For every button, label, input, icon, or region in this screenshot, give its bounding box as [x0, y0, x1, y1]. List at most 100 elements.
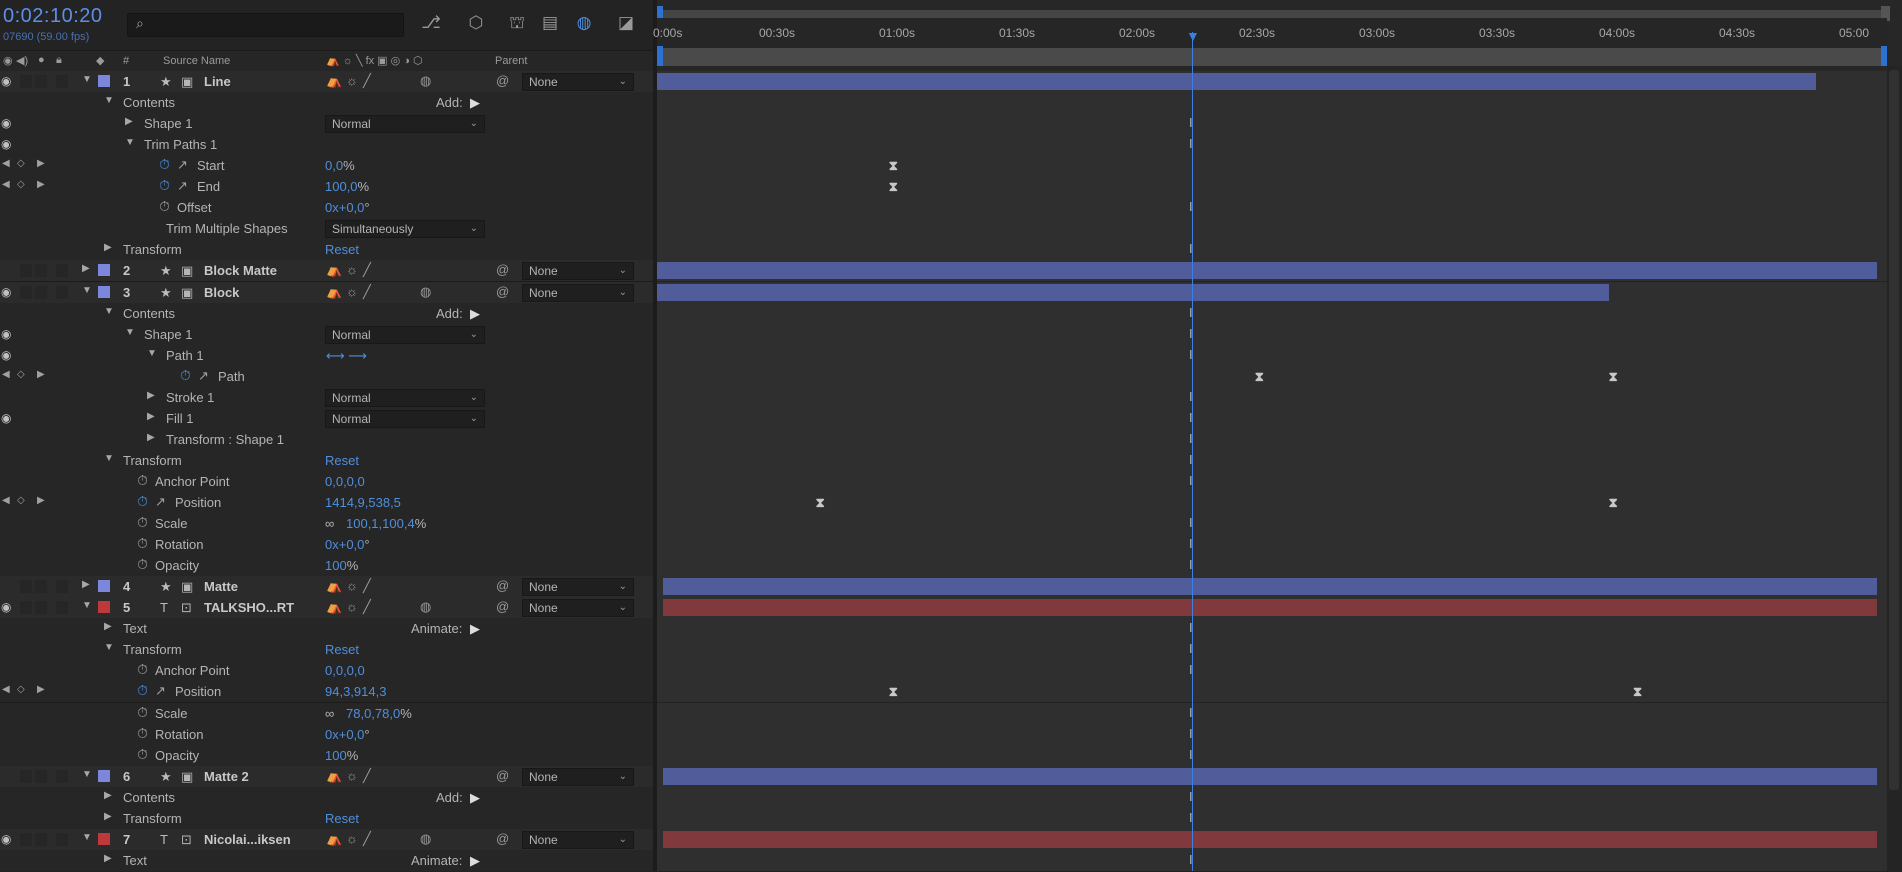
property-value[interactable]: 100,1,100,4% [346, 516, 426, 531]
layer-duration-bar[interactable] [657, 73, 1816, 90]
label-color-swatch[interactable] [98, 769, 110, 782]
eye-icon[interactable]: ◉ [1, 600, 11, 614]
quality-switch-icon[interactable]: ╱ [363, 73, 371, 89]
property-value[interactable]: 0,0,0,0 [325, 663, 365, 678]
quality-switch-icon[interactable]: ╱ [363, 768, 371, 784]
prev-keyframe-icon[interactable]: ◀ [2, 495, 10, 506]
collapse-triangle-icon[interactable]: ▼ [104, 95, 114, 106]
shy-switch-icon[interactable]: ⛺ [326, 578, 342, 594]
expand-triangle-icon[interactable]: ▶ [104, 242, 112, 253]
eye-icon[interactable]: ◉ [1, 327, 11, 341]
work-area-bar[interactable] [657, 48, 1887, 66]
property-value[interactable]: 100% [325, 558, 358, 573]
shy-switch-icon[interactable]: ⛺ [326, 73, 342, 89]
collapse-triangle-icon[interactable]: ▼ [82, 74, 92, 85]
graph-editor-toggle-icon[interactable]: ↗ [155, 683, 166, 699]
collapse-switch-icon[interactable]: ☼ [346, 578, 358, 593]
collapse-triangle-icon[interactable]: ▼ [104, 453, 114, 464]
eye-icon[interactable]: ◉ [1, 74, 11, 88]
solo-switch[interactable] [35, 264, 47, 278]
property-row[interactable]: ⏱ ↗ ◀ ◇ ▶ End 100,0% [0, 176, 657, 199]
layer-row[interactable]: ▼ 6 ★ ▣ Matte 2 ⛺ ☼ ╱ @ None ⌄ [0, 765, 657, 788]
parent-pickwhip-icon[interactable]: @ [496, 262, 509, 277]
collapse-triangle-icon[interactable]: ▼ [125, 327, 135, 338]
property-row[interactable]: ▼ Transform Reset [0, 639, 657, 662]
continuous-raster-icon[interactable]: ▣ [181, 769, 193, 785]
property-row[interactable]: ▶ Contents Add: ▶ [0, 786, 657, 809]
lock-switch[interactable] [56, 75, 68, 88]
property-value[interactable]: 78,0,78,0% [346, 706, 412, 721]
quality-switch-icon[interactable]: ╱ [363, 262, 371, 278]
property-row[interactable]: ▶ Transform : Shape 1 [0, 428, 657, 451]
motion-blur-switch-icon[interactable]: ◍ [420, 73, 431, 89]
property-row[interactable]: ⏱ Rotation 0x+0,0° [0, 723, 657, 746]
audio-switch[interactable] [20, 285, 32, 299]
property-row[interactable]: ⏱ Anchor Point 0,0,0,0 [0, 660, 657, 683]
lock-switch[interactable] [56, 832, 68, 846]
graph-editor-toggle-icon[interactable]: ↗ [177, 157, 188, 173]
solo-switch[interactable] [35, 769, 47, 783]
lock-switch[interactable] [56, 769, 68, 783]
quality-switch-icon[interactable]: ╱ [363, 578, 371, 594]
property-row[interactable]: Trim Multiple Shapes Simultaneously ⌄ [0, 218, 657, 241]
add-keyframe-icon[interactable]: ◇ [17, 158, 25, 169]
keyframe[interactable]: ⧗ [889, 684, 898, 700]
eye-icon[interactable]: ◉ [1, 137, 11, 151]
parent-pickwhip-icon[interactable]: @ [496, 73, 509, 88]
expand-triangle-icon[interactable]: ▶ [104, 853, 112, 864]
parent-dropdown[interactable]: None ⌄ [522, 599, 634, 618]
expand-triangle-icon[interactable]: ▶ [147, 432, 155, 443]
layer-duration-bar[interactable] [663, 599, 1877, 617]
eye-icon[interactable]: ◉ [1, 285, 11, 299]
blend-mode-dropdown[interactable]: Normal ⌄ [325, 388, 485, 407]
stopwatch-icon[interactable]: ⏱ [159, 156, 170, 173]
current-time-indicator-line[interactable] [1192, 32, 1193, 871]
stopwatch-icon[interactable]: ⏱ [159, 177, 170, 194]
comp-flowchart-icon[interactable]: ⎇ [420, 12, 442, 34]
parent-dropdown[interactable]: None ⌄ [522, 262, 634, 281]
collapse-switch-icon[interactable]: ☼ [346, 73, 358, 88]
stopwatch-icon[interactable]: ⏱ [137, 472, 148, 489]
eye-icon[interactable]: ◉ [1, 411, 11, 425]
eye-icon[interactable]: ◉ [1, 116, 11, 130]
blend-mode-dropdown[interactable]: Simultaneously ⌄ [325, 220, 485, 239]
property-value[interactable]: 0,0% [325, 158, 355, 173]
reset-link[interactable]: Reset [325, 242, 359, 257]
reset-link[interactable]: Reset [325, 642, 359, 657]
property-value[interactable]: 0x+0,0° [325, 200, 370, 215]
stopwatch-icon[interactable]: ⏱ [137, 746, 148, 763]
layer-name[interactable]: TALKSHO...RT [204, 600, 294, 615]
continuous-raster-icon[interactable]: ▣ [181, 579, 193, 595]
property-row[interactable]: ◉ ▶ Fill 1 Normal ⌄ [0, 407, 657, 430]
property-row[interactable]: ◉ ▶ Shape 1 Normal ⌄ [0, 113, 657, 136]
collapse-switch-icon[interactable]: ☼ [346, 768, 358, 783]
label-color-swatch[interactable] [98, 285, 110, 298]
layer-row[interactable]: ◉ ▼ 3 ★ ▣ Block ⛺ ☼ ╱ ◍ @ None ⌄ [0, 281, 657, 304]
collapse-triangle-icon[interactable]: ▼ [125, 137, 135, 148]
layer-name[interactable]: Line [204, 74, 231, 89]
add-keyframe-icon[interactable]: ◇ [17, 495, 25, 506]
collapse-triangle-icon[interactable]: ▼ [82, 285, 92, 296]
prev-keyframe-icon[interactable]: ◀ [2, 369, 10, 380]
layer-name[interactable]: Matte [204, 579, 238, 594]
parent-dropdown[interactable]: None ⌄ [522, 830, 634, 849]
audio-switch[interactable] [20, 264, 32, 278]
prev-keyframe-icon[interactable]: ◀ [2, 684, 10, 695]
add-menu-icon[interactable]: ▶ [470, 95, 480, 111]
parent-pickwhip-icon[interactable]: @ [496, 578, 509, 593]
reset-link[interactable]: Reset [325, 453, 359, 468]
layer-duration-bar[interactable] [657, 262, 1877, 280]
property-row[interactable]: ▼ Contents Add: ▶ [0, 92, 657, 115]
collapse-triangle-icon[interactable]: ▼ [104, 642, 114, 653]
audio-switch[interactable] [20, 832, 32, 846]
add-keyframe-icon[interactable]: ◇ [17, 179, 25, 190]
parent-dropdown[interactable]: None ⌄ [522, 283, 634, 302]
keyframe[interactable]: ⧗ [889, 179, 898, 195]
current-time-indicator-head[interactable]: ▼ [1186, 28, 1200, 44]
add-menu-icon[interactable]: ▶ [470, 306, 480, 322]
next-keyframe-icon[interactable]: ▶ [37, 369, 45, 380]
parent-dropdown[interactable]: None ⌄ [522, 767, 634, 786]
property-row[interactable]: ⏱ ↗ ◀ ◇ ▶ Start 0,0% [0, 155, 657, 178]
property-row[interactable]: ⏱ Opacity 100% [0, 744, 657, 767]
collapse-transform-icon[interactable]: ⊡ [181, 832, 192, 848]
